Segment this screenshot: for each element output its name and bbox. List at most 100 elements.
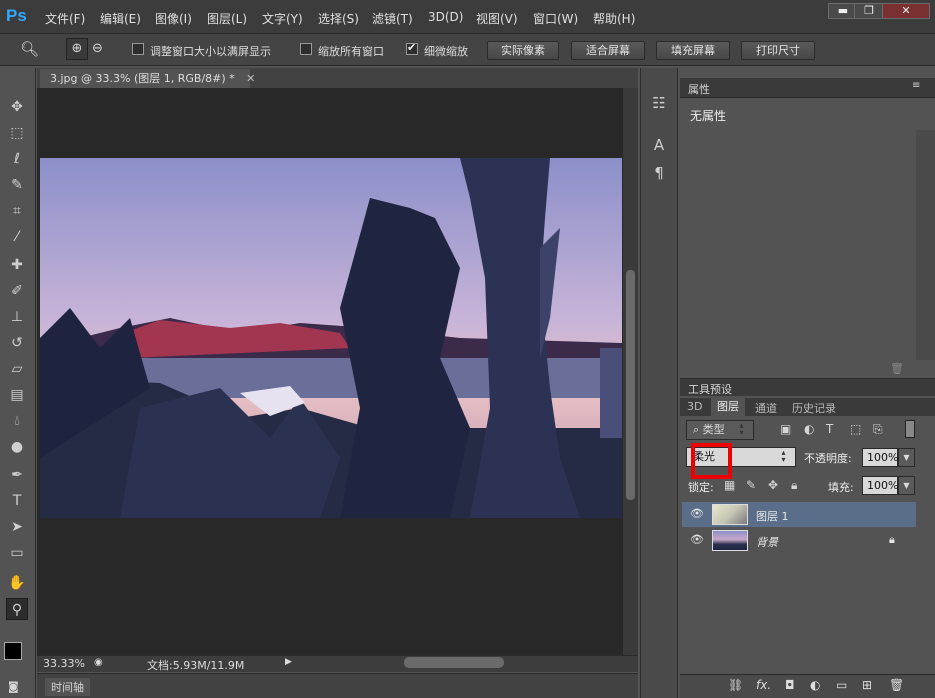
- highlight-box: [691, 443, 732, 479]
- menu-window[interactable]: 窗口(W): [533, 10, 578, 27]
- menu-3d[interactable]: 3D(D): [428, 10, 463, 24]
- hand-tool-icon[interactable]: ✋: [6, 572, 28, 594]
- actual-pixels-button[interactable]: 实际像素: [487, 41, 559, 60]
- healing-brush-tool-icon[interactable]: ✚: [6, 254, 28, 276]
- zoom-all-checkbox[interactable]: [300, 43, 312, 55]
- zoom-in-icon[interactable]: ⊕: [66, 38, 88, 60]
- blur-tool-icon[interactable]: 💧︎: [6, 410, 28, 432]
- lasso-tool-icon[interactable]: ℓ: [6, 148, 28, 170]
- trash-icon[interactable]: 🗑︎: [890, 362, 904, 375]
- horizontal-scroll-thumb[interactable]: [404, 657, 504, 668]
- menu-view[interactable]: 视图(V): [476, 10, 518, 27]
- layer-comps-icon[interactable]: ☷: [648, 92, 670, 114]
- menu-file[interactable]: 文件(F): [45, 10, 85, 27]
- menu-help[interactable]: 帮助(H): [593, 10, 635, 27]
- new-layer-icon[interactable]: ⊞: [862, 678, 872, 692]
- tab-layers[interactable]: 图层: [711, 398, 745, 416]
- delete-layer-icon[interactable]: 🗑︎: [889, 678, 904, 692]
- layer-style-icon[interactable]: fx.: [756, 678, 771, 692]
- print-size-button[interactable]: 打印尺寸: [741, 41, 815, 60]
- fill-arrow-icon[interactable]: ▼: [898, 476, 915, 495]
- opacity-field[interactable]: 100%: [862, 448, 898, 467]
- vertical-scroll-thumb[interactable]: [626, 270, 635, 500]
- dodge-tool-icon[interactable]: ●: [6, 436, 28, 458]
- layer-name[interactable]: 背景: [756, 534, 778, 550]
- timeline-tab[interactable]: 时间轴: [45, 678, 90, 696]
- quick-select-tool-icon[interactable]: ✎: [6, 174, 28, 196]
- tool-presets-tab[interactable]: 工具预设: [688, 381, 732, 397]
- menu-layer[interactable]: 图层(L): [207, 10, 247, 27]
- filter-type-icon[interactable]: T: [826, 422, 833, 436]
- menu-filter[interactable]: 滤镜(T): [372, 10, 413, 27]
- resize-windows-label: 调整窗口大小以满屏显示: [150, 45, 271, 58]
- filter-shape-icon[interactable]: ⬚: [850, 422, 861, 436]
- document-tab-title: 3.jpg @ 33.3% (图层 1, RGB/8#) *: [50, 72, 235, 85]
- history-brush-tool-icon[interactable]: ↺: [6, 332, 28, 354]
- tab-3d[interactable]: 3D: [687, 400, 702, 413]
- clone-stamp-tool-icon[interactable]: ⊥: [6, 306, 28, 328]
- restore-button[interactable]: ❐: [854, 3, 884, 19]
- filter-pixel-icon[interactable]: ▣: [780, 422, 791, 436]
- tab-channels[interactable]: 通道: [755, 400, 777, 416]
- visibility-eye-icon[interactable]: 👁︎: [690, 507, 704, 520]
- gradient-tool-icon[interactable]: ▤: [6, 384, 28, 406]
- eyedropper-tool-icon[interactable]: ⁄: [6, 226, 28, 248]
- properties-scrollbar[interactable]: [916, 130, 935, 360]
- lock-label: 锁定:: [688, 481, 714, 494]
- scrubby-zoom-checkbox[interactable]: [406, 41, 418, 55]
- close-button[interactable]: ✕: [882, 3, 930, 19]
- filter-toggle[interactable]: [905, 420, 915, 438]
- filter-adjustment-icon[interactable]: ◐: [804, 422, 814, 436]
- fill-screen-button[interactable]: 填充屏幕: [656, 41, 730, 60]
- layer-row[interactable]: 👁︎ 图层 1: [682, 502, 916, 527]
- filter-smart-object-icon[interactable]: ⎘: [873, 422, 883, 437]
- brush-tool-icon[interactable]: ✐: [6, 280, 28, 302]
- panel-menu-icon[interactable]: ≡: [912, 80, 920, 91]
- zoom-out-icon[interactable]: ⊖: [92, 41, 103, 56]
- move-tool-icon[interactable]: ✥: [6, 96, 28, 118]
- layer-row[interactable]: 👁︎ 背景 🔒︎: [682, 528, 916, 553]
- menu-image[interactable]: 图像(I): [155, 10, 192, 27]
- new-group-icon[interactable]: ▭: [836, 678, 847, 692]
- menu-edit[interactable]: 编辑(E): [100, 10, 141, 27]
- resize-windows-checkbox[interactable]: [132, 43, 144, 55]
- lock-pixels-icon[interactable]: ✎: [746, 478, 756, 492]
- crop-tool-icon[interactable]: ⌗: [6, 200, 28, 222]
- status-menu-icon[interactable]: ◉: [94, 657, 103, 668]
- marquee-tool-icon[interactable]: ⬚: [6, 122, 28, 144]
- photoshop-logo: Ps: [6, 6, 27, 25]
- fill-field[interactable]: 100%: [862, 476, 898, 495]
- menu-select[interactable]: 选择(S): [318, 10, 359, 27]
- type-tool-icon[interactable]: T: [6, 490, 28, 512]
- tab-history[interactable]: 历史记录: [792, 400, 836, 416]
- lock-all-icon[interactable]: 🔒︎: [791, 478, 797, 493]
- menu-type[interactable]: 文字(Y): [262, 10, 303, 27]
- layer-thumbnail: [712, 504, 748, 525]
- layer-filter-dropdown[interactable]: ⌕ 类型: [686, 420, 754, 440]
- quick-mask-icon[interactable]: ◙: [8, 680, 19, 693]
- foreground-color-swatch[interactable]: [4, 642, 22, 660]
- adjustment-layer-icon[interactable]: ◐: [810, 678, 820, 692]
- add-mask-icon[interactable]: ◘: [785, 678, 795, 692]
- eraser-tool-icon[interactable]: ▱: [6, 358, 28, 380]
- document-tab[interactable]: 3.jpg @ 33.3% (图层 1, RGB/8#) * ✕: [40, 69, 255, 88]
- close-tab-icon[interactable]: ✕: [246, 72, 255, 85]
- lock-transparent-icon[interactable]: ▦: [724, 478, 735, 492]
- path-select-tool-icon[interactable]: ➤: [6, 516, 28, 538]
- link-layers-icon[interactable]: ⛓: [728, 678, 743, 692]
- properties-tab[interactable]: 属性: [688, 81, 710, 97]
- paragraph-icon[interactable]: ¶: [648, 162, 670, 184]
- zoom-tool-icon[interactable]: ⚲: [6, 598, 28, 620]
- status-arrow-icon[interactable]: ▶: [285, 657, 292, 667]
- lock-position-icon[interactable]: ✥: [768, 478, 778, 492]
- pen-tool-icon[interactable]: ✒: [6, 464, 28, 486]
- document-image[interactable]: [40, 158, 622, 518]
- visibility-eye-icon[interactable]: 👁︎: [690, 533, 704, 546]
- rectangle-tool-icon[interactable]: ▭: [6, 542, 28, 564]
- layer-name[interactable]: 图层 1: [756, 508, 789, 524]
- zoom-tool-icon[interactable]: 🔍︎: [20, 40, 39, 58]
- zoom-level[interactable]: 33.33%: [43, 657, 85, 670]
- character-icon[interactable]: A: [648, 134, 670, 156]
- opacity-arrow-icon[interactable]: ▼: [898, 448, 915, 467]
- fit-screen-button[interactable]: 适合屏幕: [571, 41, 645, 60]
